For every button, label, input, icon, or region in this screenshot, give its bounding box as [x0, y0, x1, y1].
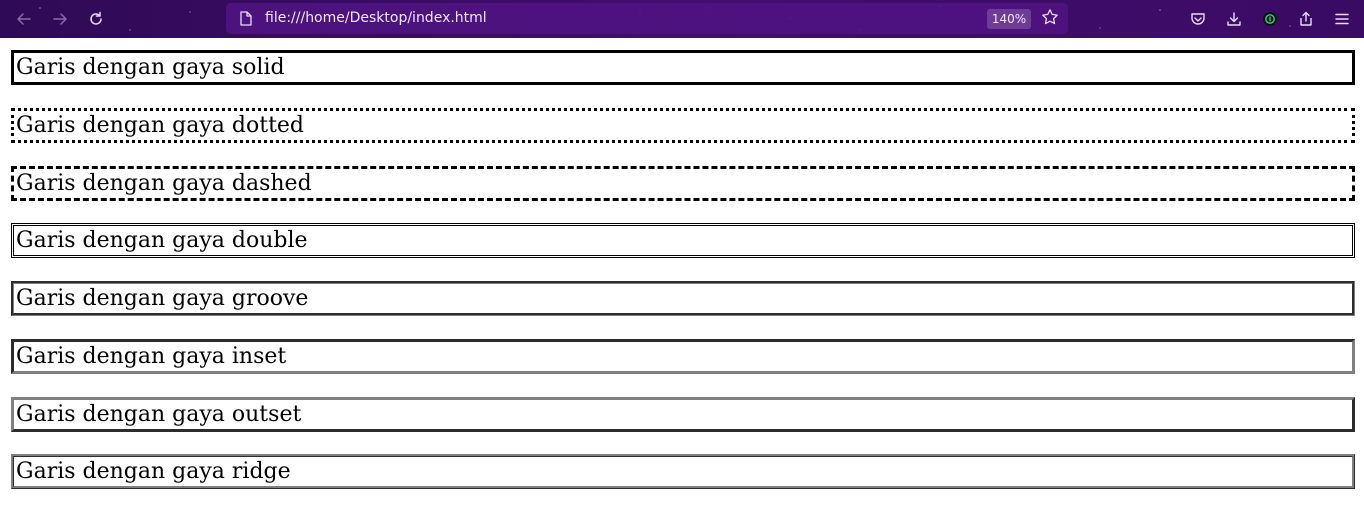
page-icon	[240, 11, 252, 30]
box-solid: Garis dengan gaya solid	[11, 50, 1355, 85]
reload-icon[interactable]	[84, 7, 108, 31]
url-text[interactable]: file:///home/Desktop/index.html	[265, 10, 487, 27]
hamburger-menu-icon[interactable]	[1330, 7, 1354, 31]
box-outset: Garis dengan gaya outset	[11, 397, 1355, 432]
browser-toolbar: file:///home/Desktop/index.html 140%	[0, 0, 1364, 38]
star-icon[interactable]	[1041, 8, 1059, 30]
zoom-level-button[interactable]: 140%	[987, 9, 1031, 29]
extension-icon[interactable]	[1258, 7, 1282, 31]
box-groove: Garis dengan gaya groove	[11, 281, 1355, 316]
pocket-icon[interactable]	[1186, 7, 1210, 31]
box-double: Garis dengan gaya double	[11, 223, 1355, 258]
page-content: Garis dengan gaya solid Garis dengan gay…	[0, 38, 1364, 522]
box-ridge: Garis dengan gaya ridge	[11, 454, 1355, 489]
box-inset: Garis dengan gaya inset	[11, 339, 1355, 374]
box-dotted: Garis dengan gaya dotted	[11, 108, 1355, 143]
share-icon[interactable]	[1294, 7, 1318, 31]
forward-arrow-icon[interactable]	[48, 7, 72, 31]
url-bar[interactable]: file:///home/Desktop/index.html 140%	[226, 3, 1068, 34]
back-arrow-icon[interactable]	[12, 7, 36, 31]
download-icon[interactable]	[1222, 7, 1246, 31]
box-dashed: Garis dengan gaya dashed	[11, 166, 1355, 201]
